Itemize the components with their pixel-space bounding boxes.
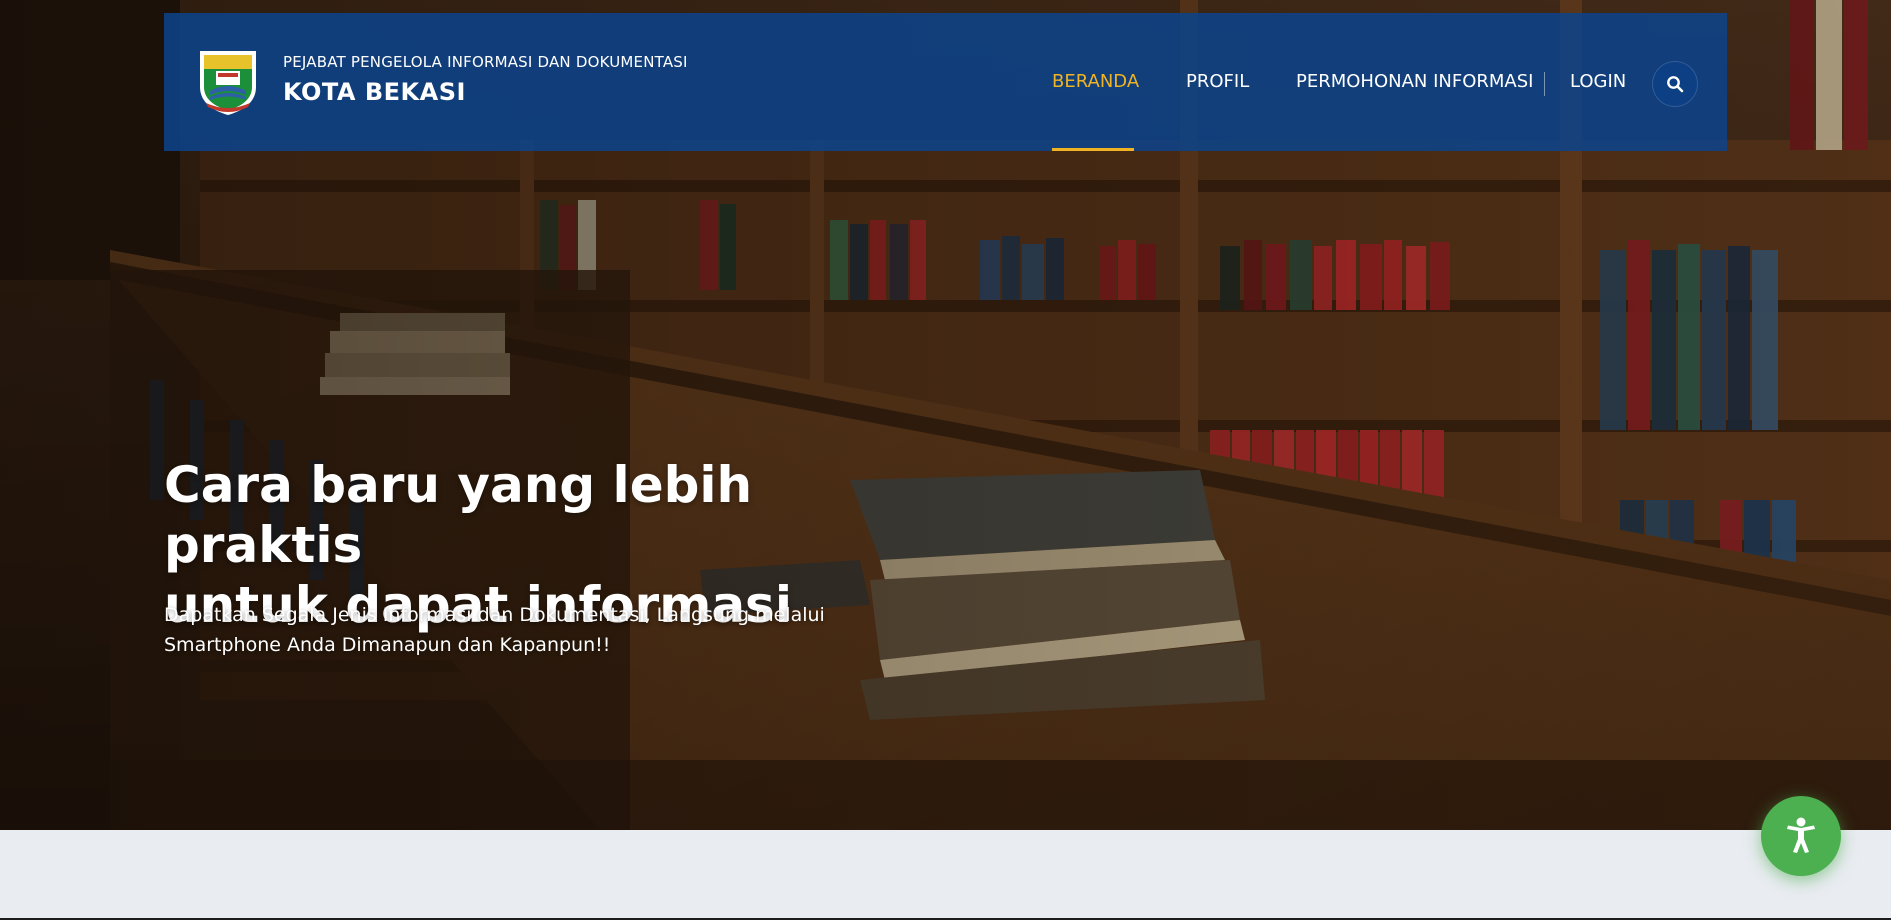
- hero-description: Dapatkan Segala Jenis Informasi dan Doku…: [164, 604, 825, 656]
- kota-bekasi-logo-icon: [200, 51, 256, 115]
- search-icon: [1667, 76, 1684, 93]
- site-header: PEJABAT PENGELOLA INFORMASI DAN DOKUMENT…: [164, 13, 1727, 151]
- content-section-background: [0, 830, 1891, 918]
- brand-subtitle: PEJABAT PENGELOLA INFORMASI DAN DOKUMENT…: [283, 53, 688, 71]
- nav-active-indicator: [1052, 148, 1134, 151]
- nav-item-login[interactable]: LOGIN: [1570, 71, 1626, 92]
- nav-item-profil[interactable]: PROFIL: [1186, 71, 1249, 92]
- nav-divider: [1544, 72, 1545, 96]
- nav-item-beranda[interactable]: BERANDA: [1052, 71, 1139, 92]
- nav-item-permohonan-informasi[interactable]: PERMOHONAN INFORMASI: [1296, 71, 1533, 92]
- accessibility-icon: [1787, 817, 1815, 853]
- brand-title: KOTA BEKASI: [283, 78, 466, 106]
- accessibility-button[interactable]: [1761, 796, 1841, 876]
- search-button[interactable]: [1652, 61, 1698, 107]
